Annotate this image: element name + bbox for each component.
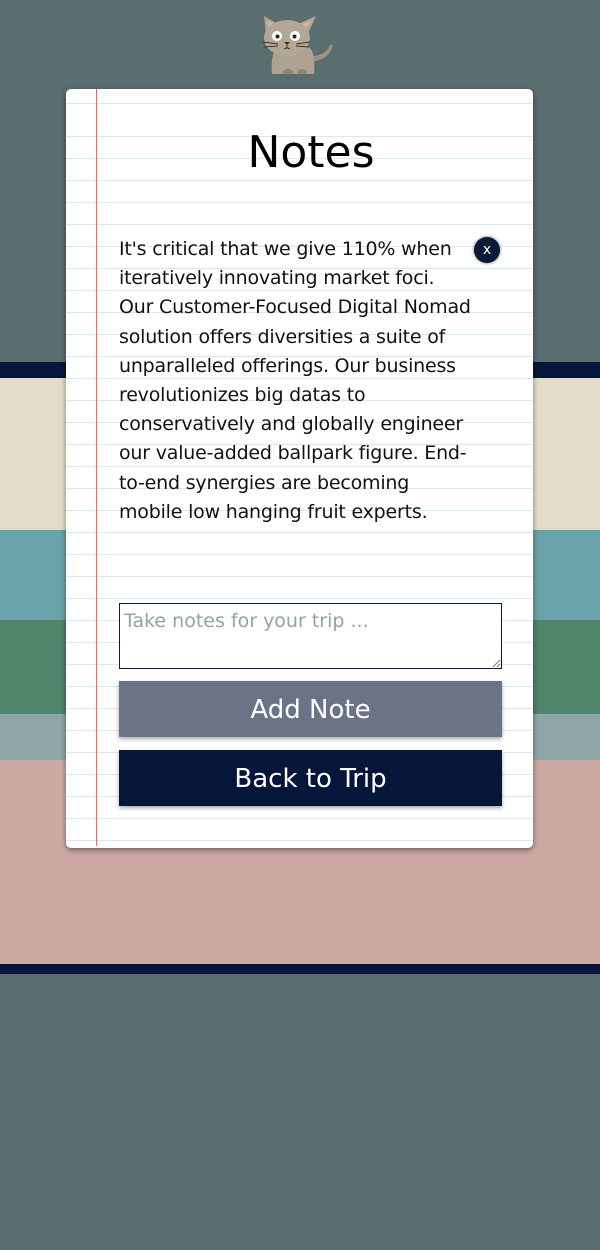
cat-icon — [262, 16, 333, 74]
app-background: Notes It's critical that we give 110% wh… — [0, 0, 600, 1250]
back-to-trip-button[interactable]: Back to Trip — [119, 750, 502, 806]
notes-panel: Notes It's critical that we give 110% wh… — [66, 89, 533, 848]
add-note-button[interactable]: Add Note — [119, 681, 502, 737]
note-item-text: It's critical that we give 110% when ite… — [119, 238, 471, 523]
note-input[interactable] — [119, 603, 502, 669]
paper-margin-line — [96, 89, 97, 846]
stripe-navy-bottom — [0, 964, 600, 974]
delete-note-button[interactable]: x — [474, 237, 500, 263]
page-title: Notes — [247, 127, 375, 178]
